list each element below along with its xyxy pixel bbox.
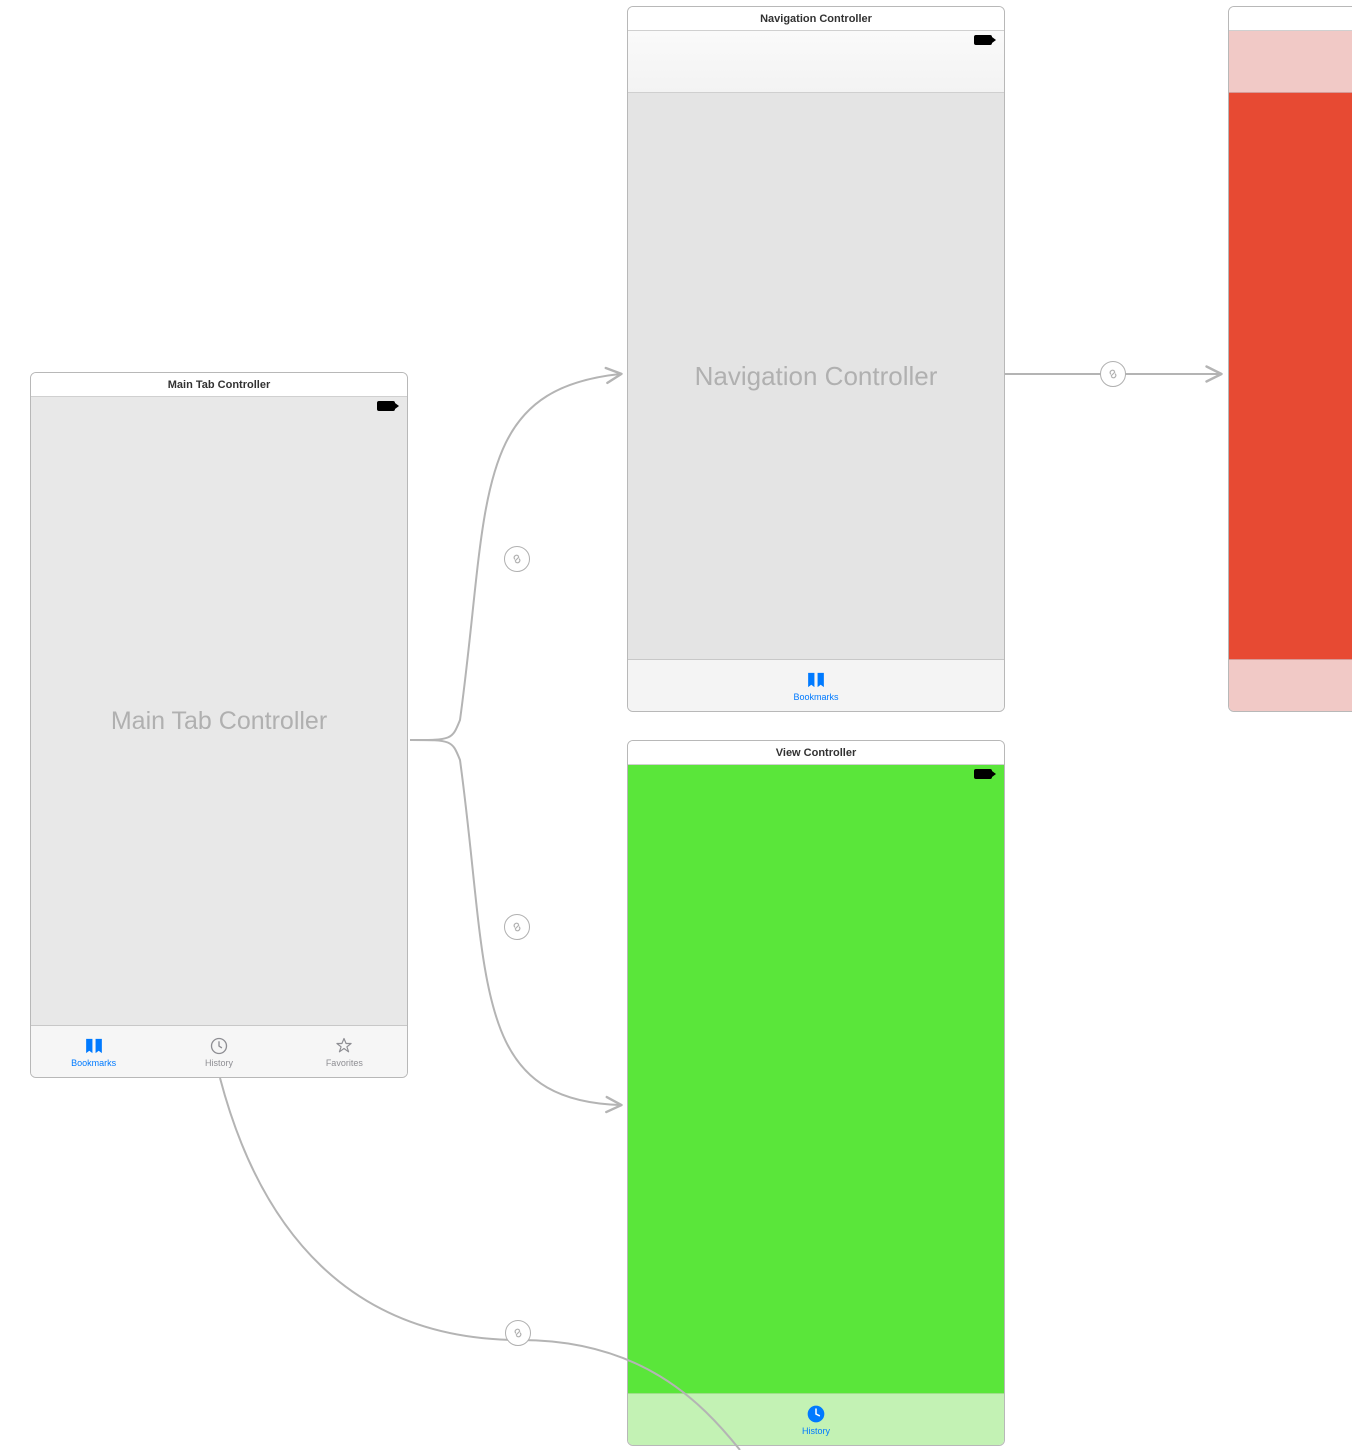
tab-bar-placeholder: Bookmarks (628, 659, 1004, 711)
tab-label: Bookmarks (793, 692, 838, 702)
scene-placeholder-area: Navigation Controller (628, 93, 1004, 659)
link-icon (510, 552, 524, 566)
tab-item-bookmarks[interactable]: Bookmarks (31, 1026, 156, 1077)
navigation-bar-placeholder (628, 31, 1004, 93)
scene-title-label: Navigation Controller (760, 13, 872, 25)
favorites-icon (333, 1036, 355, 1056)
tab-item-favorites[interactable]: Favorites (282, 1026, 407, 1077)
link-icon (510, 920, 524, 934)
scene-navigation-controller[interactable]: Navigation Controller Navigation Control… (627, 6, 1005, 712)
scene-view-controller-red[interactable] (1228, 6, 1352, 712)
segue-node-tab-to-view[interactable] (504, 914, 530, 940)
scene-title-label: View Controller (776, 747, 856, 759)
scene-title-bar[interactable]: Navigation Controller (628, 7, 1004, 31)
scene-title-label: Main Tab Controller (168, 379, 270, 391)
link-icon (511, 1326, 525, 1340)
battery-icon (377, 401, 399, 411)
segue-node-nav-to-root[interactable] (1100, 361, 1126, 387)
tab-bar: Bookmarks History Favorites (31, 1025, 407, 1077)
scene-title-bar[interactable]: Main Tab Controller (31, 373, 407, 397)
scene-title-bar[interactable]: View Controller (628, 741, 1004, 765)
status-bar (31, 397, 407, 417)
segue-node-tab-to-third[interactable] (505, 1320, 531, 1346)
history-icon (208, 1036, 230, 1056)
tab-bar-placeholder: History (628, 1393, 1004, 1445)
bookmarks-icon (83, 1036, 105, 1056)
navigation-bar-placeholder (1229, 31, 1352, 93)
scene-placeholder-label: Navigation Controller (685, 361, 948, 392)
history-icon (805, 1404, 827, 1424)
segue-node-tab-to-nav[interactable] (504, 546, 530, 572)
view-content-green (628, 765, 1004, 1393)
tab-label: Favorites (326, 1058, 363, 1068)
tab-label: History (802, 1426, 830, 1436)
battery-icon (974, 35, 996, 45)
view-content-red (1229, 93, 1352, 659)
bookmarks-icon (805, 670, 827, 690)
scene-view-controller-green[interactable]: View Controller History (627, 740, 1005, 1446)
scene-title-bar[interactable] (1229, 7, 1352, 31)
tab-label: History (205, 1058, 233, 1068)
tab-item-bookmarks[interactable]: Bookmarks (793, 670, 838, 702)
battery-icon (974, 769, 996, 779)
link-icon (1106, 367, 1120, 381)
tab-label: Bookmarks (71, 1058, 116, 1068)
tab-bar-placeholder (1229, 659, 1352, 711)
scene-placeholder-label: Main Tab Controller (101, 707, 337, 736)
scene-main-tab-controller[interactable]: Main Tab Controller Main Tab Controller … (30, 372, 408, 1078)
scene-placeholder-area: Main Tab Controller (31, 417, 407, 1025)
tab-item-history[interactable]: History (156, 1026, 281, 1077)
tab-item-history[interactable]: History (802, 1404, 830, 1436)
